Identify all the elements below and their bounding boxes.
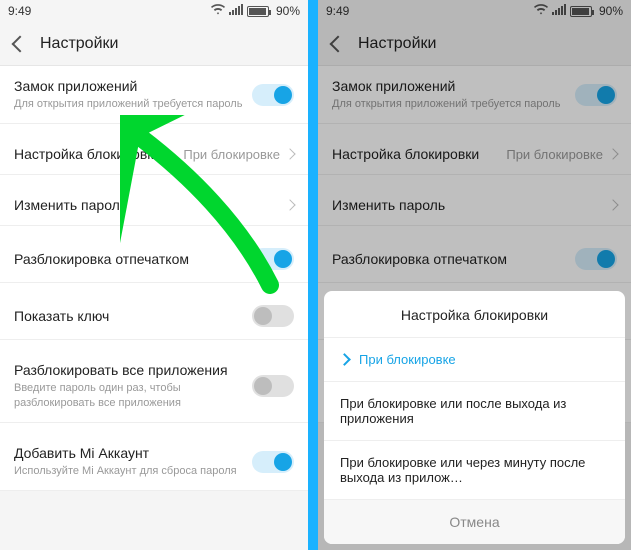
- row-show-key[interactable]: Показать ключ: [0, 293, 308, 340]
- row-title: Показать ключ: [14, 308, 252, 324]
- sheet-cancel[interactable]: Отмена: [324, 500, 625, 544]
- status-icons: 90%: [211, 4, 300, 18]
- battery-icon: [247, 6, 272, 17]
- row-title: Добавить Mi Аккаунт: [14, 445, 252, 461]
- sheet-option-on-lock-or-exit[interactable]: При блокировке или после выхода из прило…: [324, 382, 625, 441]
- toggle-app-lock[interactable]: [252, 84, 294, 106]
- row-title: Разблокировка отпечатком: [14, 251, 252, 267]
- row-change-password[interactable]: Изменить пароль: [0, 185, 308, 226]
- row-sub: Введите пароль один раз, чтобы разблокир…: [14, 381, 252, 410]
- status-bar: 9:49 90%: [0, 0, 308, 22]
- sheet-option-on-lock[interactable]: При блокировке: [324, 338, 625, 382]
- row-fingerprint[interactable]: Разблокировка отпечатком: [0, 236, 308, 283]
- phone-left: 9:49 90% Настройки Замок приложений Для …: [0, 0, 308, 550]
- action-sheet: Настройка блокировки При блокировке При …: [324, 291, 625, 544]
- signal-icon: [229, 4, 243, 18]
- row-app-lock[interactable]: Замок приложений Для открытия приложений…: [0, 66, 308, 124]
- row-lock-setting[interactable]: Настройка блокировки При блокировке: [0, 134, 308, 175]
- page-title: Настройки: [40, 35, 118, 53]
- toggle-fingerprint[interactable]: [252, 248, 294, 270]
- option-label: При блокировке или через минуту после вы…: [340, 455, 609, 485]
- row-mi-account[interactable]: Добавить Mi Аккаунт Используйте Mi Аккау…: [0, 433, 308, 491]
- settings-list: Замок приложений Для открытия приложений…: [0, 66, 308, 491]
- battery-percent: 90%: [276, 4, 300, 18]
- row-title: Замок приложений: [14, 78, 252, 94]
- row-sub: Используйте Mi Аккаунт для сброса пароля: [14, 464, 252, 478]
- header: Настройки: [0, 22, 308, 66]
- chevron-right-icon: [284, 200, 295, 211]
- back-icon[interactable]: [12, 35, 29, 52]
- toggle-show-key[interactable]: [252, 305, 294, 327]
- sheet-option-on-lock-or-minute[interactable]: При блокировке или через минуту после вы…: [324, 441, 625, 500]
- sheet-title: Настройка блокировки: [324, 291, 625, 338]
- row-sub: Для открытия приложений требуется пароль: [14, 97, 252, 111]
- toggle-mi-account[interactable]: [252, 451, 294, 473]
- option-label: При блокировке или после выхода из прило…: [340, 396, 609, 426]
- row-value: При блокировке: [183, 147, 280, 162]
- wifi-icon: [211, 4, 225, 18]
- row-title: Изменить пароль: [14, 197, 286, 213]
- toggle-unlock-all[interactable]: [252, 375, 294, 397]
- row-title: Настройка блокировки: [14, 146, 183, 162]
- phone-right: 9:49 90% Настройки Замок приложений Для …: [318, 0, 631, 550]
- status-time: 9:49: [8, 4, 31, 18]
- option-label: При блокировке: [359, 352, 456, 367]
- chevron-right-icon: [284, 149, 295, 160]
- row-unlock-all[interactable]: Разблокировать все приложения Введите па…: [0, 350, 308, 423]
- row-title: Разблокировать все приложения: [14, 362, 252, 378]
